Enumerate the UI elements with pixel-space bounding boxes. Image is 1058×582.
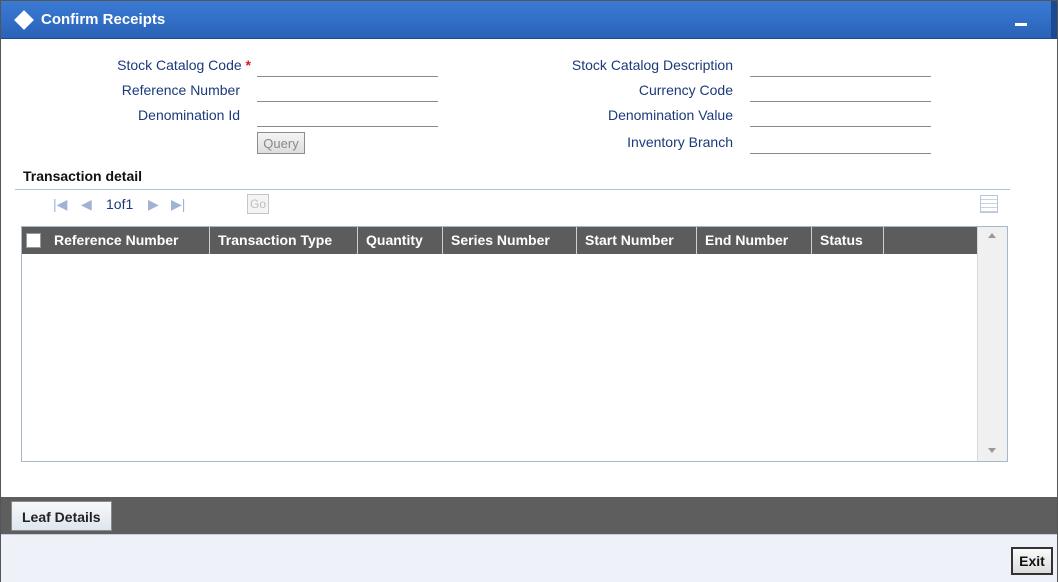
select-all-checkbox[interactable]	[26, 233, 41, 248]
column-header[interactable]: Transaction Type	[210, 227, 358, 254]
exit-button[interactable]: Exit	[1011, 547, 1053, 575]
confirm-receipts-window: Confirm Receipts Stock Catalog Code * Re…	[0, 0, 1058, 582]
scroll-up-icon[interactable]	[988, 233, 996, 238]
vertical-scrollbar[interactable]	[977, 227, 1007, 461]
tab-strip: Leaf Details	[1, 497, 1057, 534]
required-marker: *	[245, 57, 251, 73]
prev-page-icon[interactable]: ◀	[81, 196, 92, 213]
inventory-branch-input[interactable]	[750, 134, 931, 154]
transaction-detail-title: Transaction detail	[23, 168, 143, 184]
table-header: Reference Number Transaction Type Quanti…	[22, 227, 977, 254]
denomination-value-input[interactable]	[750, 107, 931, 127]
diamond-icon	[14, 10, 34, 30]
column-header[interactable]: End Number	[697, 227, 812, 254]
first-page-icon[interactable]: |◀	[53, 196, 67, 213]
title-bar: Confirm Receipts	[1, 1, 1057, 39]
grid-view-icon[interactable]	[980, 195, 998, 213]
window-title: Confirm Receipts	[41, 11, 166, 28]
query-button[interactable]: Query	[257, 132, 305, 154]
stock-catalog-code-label: Stock Catalog Code *	[61, 57, 251, 73]
last-page-icon[interactable]: ▶|	[171, 196, 185, 213]
currency-code-label: Currency Code	[638, 82, 733, 98]
denomination-value-label: Denomination Value	[607, 107, 733, 123]
reference-number-label: Reference Number	[121, 82, 240, 98]
minimize-icon	[1015, 23, 1027, 26]
reference-number-input[interactable]	[257, 82, 438, 102]
stock-catalog-code-input[interactable]	[257, 57, 438, 77]
minimize-button[interactable]	[1013, 9, 1031, 27]
go-button[interactable]: Go	[247, 194, 269, 214]
column-header[interactable]: Reference Number	[46, 227, 210, 254]
column-header[interactable]: Status	[812, 227, 884, 254]
scroll-down-icon[interactable]	[988, 448, 996, 453]
stock-catalog-code-label-text: Stock Catalog Code	[117, 57, 242, 73]
next-page-icon[interactable]: ▶	[148, 196, 159, 213]
leaf-details-tab[interactable]: Leaf Details	[11, 501, 112, 531]
column-header[interactable]: Quantity	[358, 227, 443, 254]
transaction-table: Reference Number Transaction Type Quanti…	[21, 226, 1008, 462]
stock-catalog-description-label: Stock Catalog Description	[571, 57, 733, 73]
column-header[interactable]: Start Number	[577, 227, 697, 254]
footer-bar: Exit	[1, 534, 1057, 582]
column-header[interactable]: Series Number	[443, 227, 577, 254]
stock-catalog-description-input[interactable]	[750, 57, 931, 77]
currency-code-input[interactable]	[750, 82, 931, 102]
denomination-id-label: Denomination Id	[138, 107, 240, 123]
denomination-id-input[interactable]	[257, 107, 438, 127]
section-divider	[15, 189, 1010, 190]
title-bar-edge	[1051, 1, 1057, 39]
page-indicator: 1of1	[106, 196, 134, 212]
inventory-branch-label: Inventory Branch	[627, 134, 733, 150]
pagination-bar: |◀ ◀ 1of1 ▶ ▶| Go	[23, 194, 1013, 216]
